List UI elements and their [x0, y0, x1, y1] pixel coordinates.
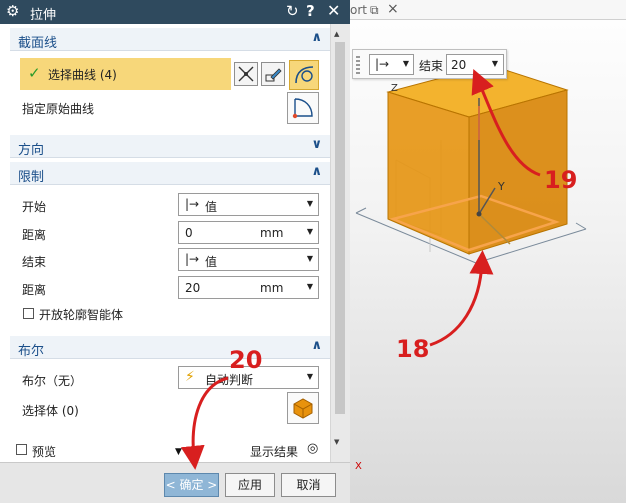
- more-options-icon[interactable]: ▼: [175, 447, 182, 457]
- chevron-up-icon: ∧: [311, 338, 322, 353]
- chevron-up-icon: ∧: [311, 164, 322, 179]
- section-limits-title: 限制: [18, 170, 45, 185]
- original-curve-icon: [292, 98, 313, 119]
- chevron-down-icon: ▼: [402, 59, 409, 68]
- end-distance-input[interactable]: 20 mm ▼: [178, 276, 319, 299]
- mini-end-value-input[interactable]: 20 ▼: [446, 54, 504, 75]
- select-body-label: 选择体 (0): [22, 404, 79, 418]
- select-curve-selector[interactable]: ✓ 选择曲线 (4): [20, 58, 231, 90]
- grid-edge-back-right: [575, 222, 587, 230]
- lightning-icon: ⚡: [185, 369, 195, 385]
- box-front-face: [387, 91, 470, 255]
- axis-y-label: Y: [497, 180, 505, 193]
- help-icon[interactable]: ?: [306, 2, 315, 20]
- dialog-title-bar: ⚙ 拉伸 ↻ ? ✕: [0, 0, 350, 24]
- grid-edge-back-left: [355, 207, 367, 214]
- end-type-value: 值: [205, 255, 218, 269]
- curve-rule-icon: [238, 66, 254, 82]
- callout-19: 19: [544, 166, 578, 194]
- axis-x-label: X: [355, 461, 362, 472]
- start-distance-label: 距离: [22, 228, 47, 242]
- document-tab-label[interactable]: ort: [350, 3, 367, 17]
- solid-body-icon: [293, 398, 313, 419]
- mini-end-label: 结束: [419, 59, 444, 73]
- value-type-icon: |→: [185, 197, 200, 211]
- sketch-section-button[interactable]: [261, 62, 285, 86]
- model-scene[interactable]: Z Y X: [350, 20, 626, 503]
- check-icon: ✓: [28, 64, 41, 82]
- callout-20: 20: [229, 346, 263, 374]
- start-label: 开始: [22, 200, 47, 214]
- gear-icon[interactable]: ⚙: [6, 2, 19, 20]
- start-distance-input[interactable]: 0 mm ▼: [178, 221, 319, 244]
- select-body-button[interactable]: [287, 392, 319, 424]
- chevron-down-icon: ▼: [491, 59, 498, 68]
- dialog-content: 截面线 ∧ ✓ 选择曲线 (4) 指定原始曲线 方向 ∨ 限制 ∧ 开始 |→ …: [10, 24, 330, 462]
- ok-button[interactable]: < 确定 >: [164, 473, 219, 497]
- select-curve-label: 选择曲线 (4): [48, 68, 117, 82]
- dialog-footer: ▼ < 确定 > 应用 取消: [0, 447, 350, 503]
- callout-18: 18: [396, 335, 430, 363]
- show-result-icon[interactable]: ◎: [307, 441, 318, 456]
- start-type-dropdown[interactable]: |→ 值 ▼: [178, 193, 319, 216]
- start-type-value: 值: [205, 200, 218, 214]
- section-curve-header[interactable]: 截面线 ∧: [10, 28, 330, 51]
- end-distance-unit: mm: [260, 281, 284, 295]
- chevron-down-icon: ▼: [306, 254, 313, 263]
- scroll-down-icon[interactable]: ▼: [334, 438, 339, 446]
- origin-point: [476, 211, 482, 217]
- preview-checkbox[interactable]: [16, 444, 27, 455]
- boolean-label: 布尔（无）: [22, 374, 83, 388]
- value-type-icon: |→: [375, 57, 390, 71]
- start-distance-value: 0: [185, 226, 193, 240]
- document-tab-bar: [343, 0, 626, 20]
- section-curve-title: 截面线: [18, 36, 58, 51]
- end-label: 结束: [22, 255, 47, 269]
- open-profile-checkbox[interactable]: [23, 308, 34, 319]
- preview-label: 预览: [32, 445, 57, 459]
- tab-export-icon[interactable]: ⧉: [370, 3, 379, 18]
- chevron-down-icon: ▼: [306, 227, 313, 236]
- end-type-dropdown[interactable]: |→ 值 ▼: [178, 248, 319, 271]
- dialog-title: 拉伸: [30, 8, 57, 23]
- original-curve-label: 指定原始曲线: [22, 102, 95, 116]
- apply-button[interactable]: 应用: [225, 473, 275, 497]
- start-distance-unit: mm: [260, 226, 284, 240]
- on-screen-input-toolbar: |→ ▼ 结束 20 ▼: [352, 49, 507, 79]
- tab-close-icon[interactable]: ×: [387, 1, 399, 17]
- open-profile-label: 开放轮廓智能体: [39, 308, 124, 322]
- chevron-down-icon: ▼: [306, 282, 313, 291]
- chevron-down-icon: ▼: [306, 199, 313, 208]
- curve-icon: [295, 66, 314, 84]
- scroll-up-icon[interactable]: ▲: [334, 30, 339, 38]
- mini-end-value: 20: [451, 58, 467, 72]
- end-distance-value: 20: [185, 281, 201, 295]
- preview-row: 预览 显示结果 ◎: [10, 438, 330, 462]
- sketch-pencil-icon: [265, 68, 282, 82]
- value-type-icon: |→: [185, 252, 200, 266]
- toolbar-grip-handle[interactable]: [356, 56, 360, 74]
- chevron-down-icon: ▼: [306, 372, 313, 381]
- mini-end-type-dropdown[interactable]: |→ ▼: [369, 54, 414, 75]
- section-boolean-title: 布尔: [18, 344, 45, 359]
- section-direction-header[interactable]: 方向 ∨: [10, 135, 330, 158]
- axis-z-label: Z: [391, 83, 398, 94]
- section-boolean-header[interactable]: 布尔 ∧: [10, 336, 330, 359]
- original-curve-button[interactable]: [287, 92, 319, 124]
- section-direction-title: 方向: [18, 143, 45, 158]
- section-limits-header[interactable]: 限制 ∧: [10, 162, 330, 185]
- scroll-thumb[interactable]: [335, 42, 345, 414]
- curve-rule-button[interactable]: [234, 62, 258, 86]
- reset-icon[interactable]: ↻: [286, 2, 299, 20]
- show-result-label: 显示结果: [250, 445, 299, 459]
- cancel-button[interactable]: 取消: [281, 473, 336, 497]
- close-icon[interactable]: ✕: [327, 1, 340, 20]
- chevron-down-icon: ∨: [311, 137, 322, 152]
- end-distance-label: 距离: [22, 283, 47, 297]
- chevron-up-icon: ∧: [311, 30, 322, 45]
- curve-button[interactable]: [289, 60, 319, 90]
